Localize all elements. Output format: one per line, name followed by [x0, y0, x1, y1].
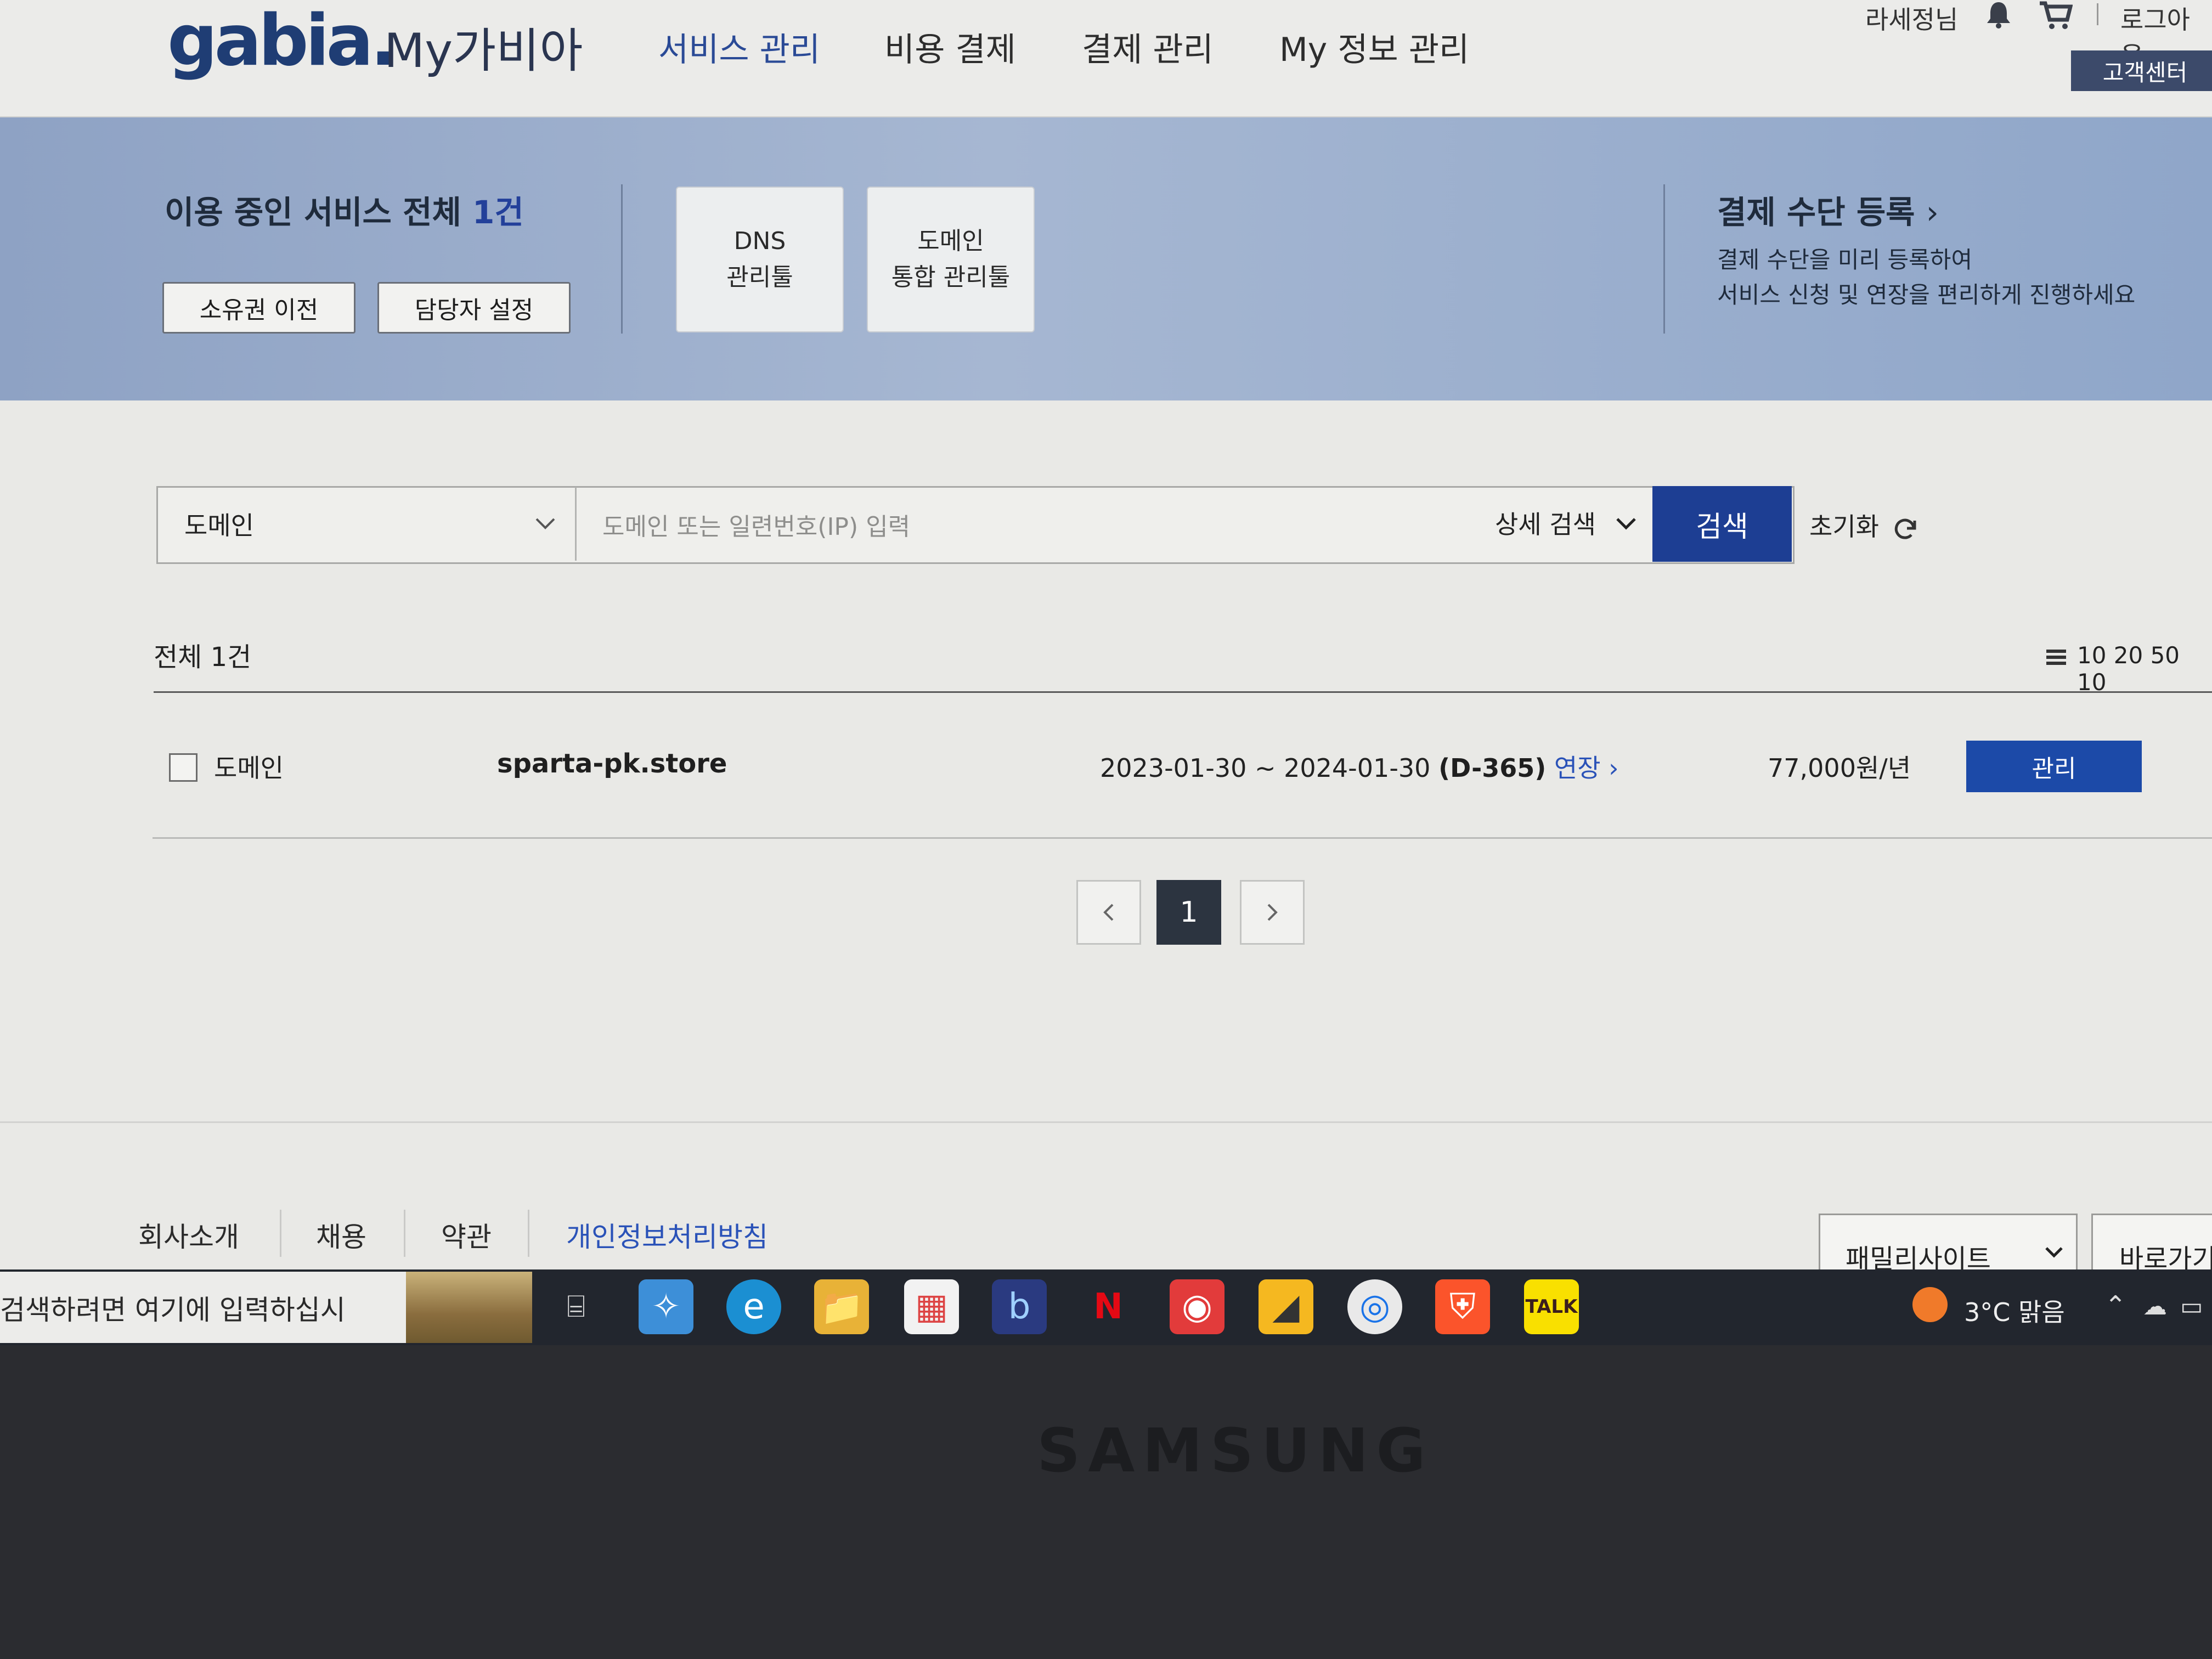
user-name: 라세정님 [1865, 5, 1959, 35]
row-domain-name[interactable]: sparta-pk.store [497, 748, 727, 779]
manage-button[interactable]: 관리 [1966, 741, 2142, 792]
brave-icon[interactable]: ⛨ [1435, 1279, 1490, 1334]
refresh-icon [1894, 518, 1916, 539]
prev-page-button[interactable] [1076, 880, 1141, 945]
detail-search-label: 상세 검색 [1495, 510, 1596, 539]
cart-icon[interactable] [2039, 0, 2073, 31]
row-period-dates: 2023-01-30 ~ 2024-01-30 [1100, 753, 1431, 783]
kingfisher-app-icon[interactable]: ✧ [639, 1279, 693, 1334]
list-bottom-line [153, 837, 2212, 839]
customer-center-button[interactable]: 고객센터 [2071, 50, 2212, 91]
gabia-logo[interactable]: gabia. [167, 0, 397, 82]
edge-icon[interactable]: e [726, 1279, 781, 1334]
family-site-select[interactable]: 패밀리사이트 [1819, 1214, 2078, 1277]
chevron-right-icon [1267, 904, 1278, 921]
services-count: 1건 [472, 194, 524, 231]
payment-desc-line1: 결제 수단을 미리 등록하여 [1717, 246, 1973, 273]
samsung-brand: SAMSUNG [1037, 1415, 1434, 1486]
footer-sep [528, 1210, 529, 1257]
chevron-right-icon: › [1926, 194, 1939, 231]
domain-tool-button[interactable]: 도메인 통합 관리툴 [867, 187, 1035, 332]
chevron-down-icon [532, 514, 558, 533]
chevron-down-icon [1616, 518, 1636, 530]
nav-my-info[interactable]: My 정보 관리 [1279, 23, 1469, 71]
taskbar-search-placeholder: 검색하려면 여기에 입력하십시 [0, 1294, 346, 1326]
weather-text[interactable]: 3°C 맑음 [1964, 1293, 2065, 1329]
domain-tool-line2: 통합 관리툴 [891, 263, 1011, 291]
search-type-value: 도메인 [184, 511, 254, 540]
banner-divider-right [1663, 184, 1665, 334]
row-dday: (D-365) [1438, 753, 1547, 783]
nav-payment-management[interactable]: 결제 관리 [1082, 23, 1214, 71]
chevron-down-icon [2045, 1247, 2063, 1258]
tray-chevron-up-icon[interactable]: ⌃ [2104, 1290, 2126, 1321]
my-gabia-title[interactable]: My가비아 [384, 12, 583, 81]
search-separator [575, 487, 577, 561]
chrome-icon[interactable]: ◎ [1347, 1279, 1402, 1334]
shortcut-button[interactable]: 바로가기 [2091, 1214, 2212, 1277]
ms-store-icon[interactable]: ▦ [904, 1279, 959, 1334]
row-service-type: 도메인 [214, 753, 284, 783]
nav-service-management[interactable]: 서비스 관리 [658, 23, 820, 71]
row-checkbox[interactable] [169, 753, 198, 782]
footer-company-link[interactable]: 회사소개 [138, 1215, 239, 1255]
footer-sep [280, 1210, 281, 1257]
services-label: 이용 중인 서비스 전체 [165, 194, 473, 231]
weather-sun-icon [1912, 1287, 1948, 1322]
battery-icon: ▭ [2180, 1293, 2203, 1321]
detail-search-toggle[interactable]: 상세 검색 [1495, 505, 1638, 541]
search-button[interactable]: 검색 [1652, 486, 1792, 562]
footer-divider [0, 1121, 2212, 1123]
dns-tool-line2: 관리툴 [726, 263, 793, 291]
recorder-app-icon[interactable]: ◉ [1170, 1279, 1224, 1334]
chevron-left-icon [1103, 904, 1114, 921]
footer-recruit-link[interactable]: 채용 [316, 1215, 366, 1255]
laptop-bezel [0, 1345, 2212, 1659]
taskbar-search-box[interactable]: 검색하려면 여기에 입력하십시 [0, 1272, 532, 1343]
chevron-right-icon: › [1609, 753, 1619, 783]
dns-tool-button[interactable]: DNS 관리툴 [676, 187, 844, 332]
renew-label: 연장 [1554, 753, 1601, 783]
dns-tool-line1: DNS [733, 227, 786, 255]
bell-icon[interactable] [1985, 0, 2012, 29]
nav-billing[interactable]: 비용 결제 [884, 23, 1016, 71]
domain-tool-line1: 도메인 [917, 227, 984, 255]
search-highlight-image [406, 1272, 532, 1343]
task-view-icon[interactable]: ⌸ [549, 1279, 603, 1334]
row-period: 2023-01-30 ~ 2024-01-30 (D-365) 연장 › [1100, 748, 1619, 785]
kakaotalk-icon[interactable]: TALK [1524, 1279, 1579, 1334]
netflix-icon[interactable]: N [1081, 1279, 1136, 1334]
header-divider [2097, 3, 2098, 25]
list-top-line [154, 691, 2212, 693]
payment-title: 결제 수단 등록 [1717, 194, 1915, 231]
payment-desc-line2: 서비스 신청 및 연장을 편리하게 진행하세요 [1717, 281, 2136, 308]
banner-divider [621, 184, 623, 334]
list-view-icon [2045, 647, 2067, 667]
search-input[interactable]: 도메인 또는 일련번호(IP) 입력 [602, 507, 1425, 542]
reset-label: 초기화 [1809, 512, 1879, 541]
page-number-current[interactable]: 1 [1156, 880, 1221, 945]
footer-terms-link[interactable]: 약관 [441, 1215, 492, 1255]
sticky-notes-icon[interactable]: ◢ [1259, 1279, 1313, 1334]
services-total-heading: 이용 중인 서비스 전체 1건 [165, 187, 524, 233]
file-explorer-icon[interactable]: 📁 [814, 1279, 869, 1334]
bing-app-icon[interactable]: b [992, 1279, 1047, 1334]
row-price: 77,000원/년 [1768, 753, 1911, 783]
reset-button[interactable]: 초기화 [1809, 507, 1918, 543]
set-manager-button[interactable]: 담당자 설정 [377, 282, 571, 334]
payment-method-link[interactable]: 결제 수단 등록 › [1717, 187, 1939, 233]
footer-sep [404, 1210, 405, 1257]
footer-privacy-link[interactable]: 개인정보처리방침 [566, 1215, 768, 1255]
next-page-button[interactable] [1240, 880, 1305, 945]
per-page-options[interactable]: 10 20 50 10 [2077, 642, 2212, 696]
total-count: 전체 1건 [154, 642, 252, 673]
search-type-select[interactable]: 도메인 [184, 506, 254, 542]
renew-link[interactable]: 연장 › [1554, 753, 1619, 783]
transfer-ownership-button[interactable]: 소유권 이전 [162, 282, 356, 334]
onedrive-icon[interactable]: ☁ [2143, 1293, 2167, 1321]
